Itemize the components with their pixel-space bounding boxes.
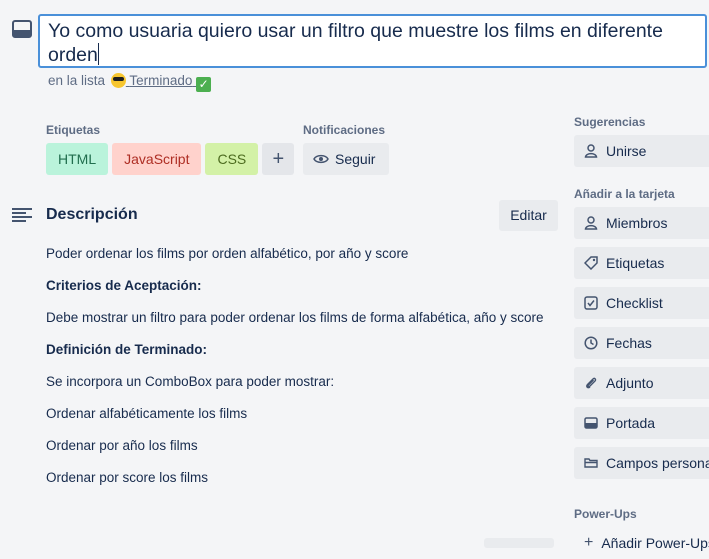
members-label: Miembros <box>606 215 668 231</box>
label-javascript[interactable]: JavaScript <box>112 143 202 175</box>
paperclip-icon <box>586 377 597 389</box>
attachment-button[interactable]: Adjunto <box>574 367 709 399</box>
dates-button[interactable]: Fechas <box>574 327 709 359</box>
attachment-label: Adjunto <box>606 375 654 391</box>
custom-fields-label: Campos personalizados <box>606 455 709 471</box>
cover-button[interactable]: Portada <box>574 407 709 439</box>
labels-list: HTML JavaScript CSS + <box>46 143 295 175</box>
text-caret <box>97 43 100 65</box>
label-css[interactable]: CSS <box>205 143 259 175</box>
card-title-input[interactable]: Yo como usuaria quiero usar un filtro qu… <box>38 14 707 68</box>
list-location: en la lista Terminado ✓ <box>48 73 212 92</box>
tag-icon <box>584 256 598 270</box>
cover-label: Portada <box>606 415 656 431</box>
description-paragraph: Poder ordenar los films por orden alfabé… <box>46 246 409 261</box>
checklist-label: Checklist <box>606 295 663 311</box>
join-label: Unirse <box>606 143 647 159</box>
add-to-card-heading: Añadir a la tarjeta <box>574 187 675 201</box>
partial-button[interactable] <box>484 538 554 548</box>
description-paragraph: Ordenar por score los films <box>46 470 209 485</box>
add-powerups-button[interactable]: + Añadir Power-Ups <box>574 527 709 559</box>
checklist-button[interactable]: Checklist <box>574 287 709 319</box>
description-paragraph: Ordenar alfabéticamente los films <box>46 406 248 421</box>
description-subheading: Criterios de Aceptación: <box>46 278 202 293</box>
cover-icon <box>584 417 598 429</box>
person-icon <box>584 144 598 158</box>
description-body[interactable]: Poder ordenar los films por orden alfabé… <box>46 244 546 500</box>
list-link[interactable]: Terminado ✓ <box>110 73 212 92</box>
card-icon <box>12 20 32 38</box>
clock-icon <box>584 336 598 350</box>
labels-button[interactable]: Etiquetas <box>574 247 709 279</box>
add-powerups-label: Añadir Power-Ups <box>601 535 709 551</box>
description-paragraph: Ordenar por año los films <box>46 438 198 453</box>
description-heading: Descripción <box>46 206 138 223</box>
in-list-prefix: en la lista <box>48 73 106 88</box>
person-icon <box>584 216 598 230</box>
plus-icon: + <box>584 534 594 551</box>
description-icon <box>12 208 32 222</box>
powerups-heading: Power-Ups <box>574 507 637 521</box>
label-html[interactable]: HTML <box>46 143 109 175</box>
add-label-button[interactable]: + <box>262 143 295 175</box>
labels-label: Etiquetas <box>606 255 665 271</box>
labels-heading: Etiquetas <box>46 123 101 137</box>
custom-fields-icon <box>584 458 598 468</box>
suggestions-heading: Sugerencias <box>574 115 646 129</box>
join-button[interactable]: Unirse <box>574 135 709 167</box>
follow-label: Seguir <box>335 151 376 167</box>
follow-button[interactable]: Seguir <box>303 143 389 175</box>
check-mark-emoji-icon: ✓ <box>196 77 212 92</box>
list-name[interactable]: Terminado <box>129 73 192 88</box>
eye-icon <box>313 154 329 164</box>
description-paragraph: Debe mostrar un filtro para poder ordena… <box>46 310 544 325</box>
description-paragraph: Se incorpora un ComboBox para poder most… <box>46 374 335 389</box>
members-button[interactable]: Miembros <box>574 207 709 239</box>
custom-fields-button[interactable]: Campos personalizados <box>574 447 709 479</box>
edit-description-button[interactable]: Editar <box>499 200 558 231</box>
notifications-heading: Notificaciones <box>303 123 386 137</box>
dates-label: Fechas <box>606 335 652 351</box>
sunglasses-emoji-icon <box>110 73 126 88</box>
description-subheading: Definición de Terminado: <box>46 342 208 357</box>
checklist-icon <box>584 296 598 310</box>
